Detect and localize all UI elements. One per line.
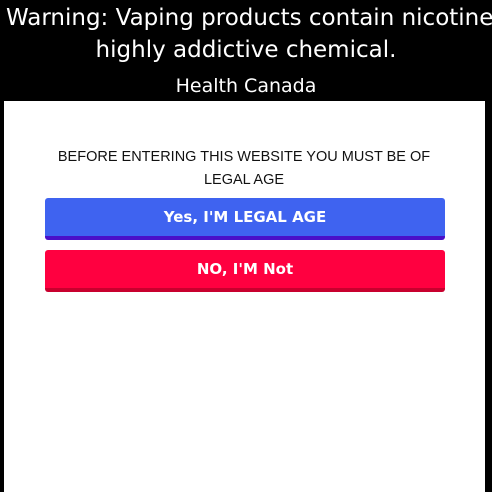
legal-age-yes-button[interactable]: Yes, I'M LEGAL AGE <box>45 198 445 240</box>
health-warning-banner: Warning: Vaping products contain nicotin… <box>0 0 492 101</box>
age-gate-page: Warning: Vaping products contain nicotin… <box>0 0 492 492</box>
legal-age-no-button[interactable]: NO, I'M Not <box>45 250 445 292</box>
warning-text-line-1: Warning: Vaping products contain nicotin… <box>6 5 492 31</box>
age-prompt: BEFORE ENTERING THIS WEBSITE YOU MUST BE… <box>57 149 431 188</box>
warning-text-line-2: highly addictive chemical. <box>95 37 397 63</box>
age-verification-panel: BEFORE ENTERING THIS WEBSITE YOU MUST BE… <box>4 101 485 492</box>
warning-source: Health Canada <box>175 75 317 97</box>
